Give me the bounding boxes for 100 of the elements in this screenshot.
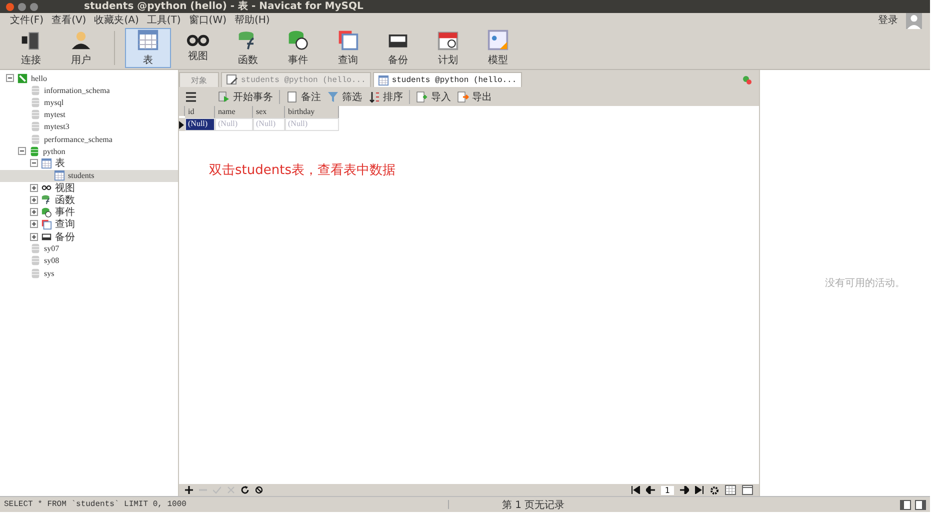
last-page-icon[interactable] bbox=[695, 486, 704, 494]
column-header[interactable]: name bbox=[215, 106, 253, 118]
tree-item[interactable]: 函数 bbox=[0, 194, 178, 206]
activity-message: 没有可用的活动。 bbox=[825, 277, 905, 290]
filter-icon bbox=[327, 91, 339, 103]
toolbar-button[interactable]: 事件 bbox=[275, 28, 321, 68]
toolbar-button[interactable]: 筛选 bbox=[327, 90, 362, 104]
database-icon bbox=[30, 121, 41, 132]
tree-item[interactable]: mytest bbox=[0, 108, 178, 121]
toolbar-button[interactable]: 备注 bbox=[286, 90, 321, 104]
menu-item[interactable]: 收藏夹(A) bbox=[94, 13, 139, 27]
toolbar-button[interactable]: 用户 bbox=[58, 28, 104, 68]
collapse-icon[interactable] bbox=[18, 147, 26, 156]
model-icon bbox=[485, 29, 511, 51]
glasses-icon bbox=[185, 34, 211, 46]
menu-item[interactable]: 帮助(H) bbox=[234, 13, 270, 27]
column-header[interactable]: sex bbox=[253, 106, 285, 118]
menu-item[interactable]: 窗口(W) bbox=[188, 13, 226, 27]
toolbar-button[interactable]: 模型 bbox=[475, 28, 521, 68]
table-icon bbox=[54, 170, 65, 182]
toolbar-button[interactable]: 函数 bbox=[225, 28, 271, 68]
table-cell[interactable]: (Null) bbox=[185, 118, 215, 131]
column-header[interactable]: birthday bbox=[285, 106, 339, 118]
tree-item[interactable]: sy07 bbox=[0, 242, 178, 255]
form-view-icon[interactable] bbox=[742, 485, 753, 495]
grid-view-icon[interactable] bbox=[725, 485, 736, 495]
database-icon bbox=[30, 134, 41, 145]
toolbar-button[interactable]: 视图 bbox=[175, 28, 221, 68]
settings-icon[interactable] bbox=[710, 486, 719, 494]
minimize-icon[interactable] bbox=[18, 2, 26, 10]
connection-icon bbox=[17, 72, 28, 84]
tree-item[interactable]: 视图 bbox=[0, 182, 178, 194]
expand-icon[interactable] bbox=[30, 220, 38, 228]
tree-item[interactable]: information_schema bbox=[0, 84, 178, 96]
close-icon[interactable] bbox=[6, 2, 14, 10]
tree-item[interactable]: sys bbox=[0, 267, 178, 280]
panel-left-icon[interactable] bbox=[900, 500, 911, 510]
page-number-field[interactable]: 1 bbox=[660, 486, 674, 494]
previous-page-icon[interactable] bbox=[646, 486, 655, 494]
sql-status: SELECT * FROM `students` LIMIT 0, 1000 bbox=[0, 500, 449, 509]
check-icon[interactable] bbox=[213, 486, 221, 494]
tree-item[interactable]: mysql bbox=[0, 96, 178, 109]
stop-icon[interactable] bbox=[255, 486, 263, 494]
add-icon[interactable] bbox=[185, 486, 193, 494]
tree-item[interactable]: 备份 bbox=[0, 230, 178, 243]
document-icon bbox=[286, 91, 298, 103]
menu-icon[interactable] bbox=[185, 92, 197, 102]
expand-icon[interactable] bbox=[30, 196, 38, 204]
menu-item[interactable]: 工具(T) bbox=[146, 13, 181, 27]
toolbar-button[interactable]: 排序 bbox=[368, 90, 403, 104]
collapse-icon[interactable] bbox=[6, 74, 14, 82]
column-header[interactable]: id bbox=[185, 106, 215, 118]
maximize-icon[interactable] bbox=[30, 2, 38, 10]
annotation-text: 双击students表，查看表中数据 bbox=[209, 162, 396, 179]
database-icon bbox=[30, 84, 41, 96]
toolbar-button[interactable]: 备份 bbox=[375, 28, 421, 68]
clock-database-icon bbox=[41, 206, 52, 218]
expand-icon[interactable] bbox=[30, 208, 38, 216]
tree-item[interactable]: 事件 bbox=[0, 206, 178, 218]
calendar-icon bbox=[435, 29, 461, 51]
toolbar-button[interactable]: 计划 bbox=[425, 28, 471, 68]
tree-item[interactable]: mytest3 bbox=[0, 120, 178, 133]
database-icon bbox=[30, 109, 41, 120]
first-page-icon[interactable] bbox=[630, 486, 640, 494]
next-page-icon[interactable] bbox=[680, 486, 689, 494]
toolbar-button[interactable]: 表 bbox=[125, 28, 171, 68]
database-icon bbox=[30, 243, 41, 254]
toolbar-button[interactable]: 导出 bbox=[457, 90, 492, 104]
export-icon bbox=[457, 91, 469, 103]
menu-item[interactable]: 查看(V) bbox=[52, 13, 86, 27]
toolbar-button[interactable]: 查询 bbox=[325, 28, 371, 68]
page-status: 第 1 页无记录 bbox=[501, 498, 566, 512]
database-icon bbox=[30, 255, 41, 266]
toolbar-button[interactable]: 导入 bbox=[416, 90, 451, 104]
table-icon bbox=[378, 74, 389, 86]
toolbar-button[interactable]: 开始事务 bbox=[218, 90, 273, 104]
refresh-icon[interactable] bbox=[241, 486, 249, 494]
menu-item[interactable]: 文件(F) bbox=[10, 13, 44, 27]
database-icon bbox=[29, 146, 40, 157]
window-title: students @python (hello) - 表 - Navicat for MySQL bbox=[84, 0, 364, 12]
tree-item[interactable]: python bbox=[0, 145, 178, 158]
tree-item[interactable]: 查询 bbox=[0, 218, 178, 230]
query-icon bbox=[41, 218, 52, 230]
glasses-icon bbox=[41, 185, 52, 191]
table-icon bbox=[41, 158, 52, 169]
expand-icon[interactable] bbox=[30, 232, 38, 241]
tab[interactable]: students @python (hello... bbox=[372, 72, 522, 87]
panel-right-icon[interactable] bbox=[915, 500, 926, 510]
expand-icon[interactable] bbox=[30, 184, 38, 192]
tree-item[interactable]: sy08 bbox=[0, 254, 178, 267]
tree-item[interactable]: students bbox=[0, 170, 178, 182]
database-icon bbox=[30, 96, 41, 108]
tree-item[interactable]: hello bbox=[0, 72, 178, 84]
toolbar-button[interactable]: 连接 bbox=[8, 28, 54, 68]
login-button[interactable]: 登录 bbox=[874, 13, 902, 27]
collapse-icon[interactable] bbox=[30, 159, 38, 168]
play-icon bbox=[218, 91, 230, 103]
tree-item[interactable]: performance_schema bbox=[0, 132, 178, 146]
database-icon bbox=[30, 268, 41, 279]
tree-item[interactable]: 表 bbox=[0, 157, 178, 170]
